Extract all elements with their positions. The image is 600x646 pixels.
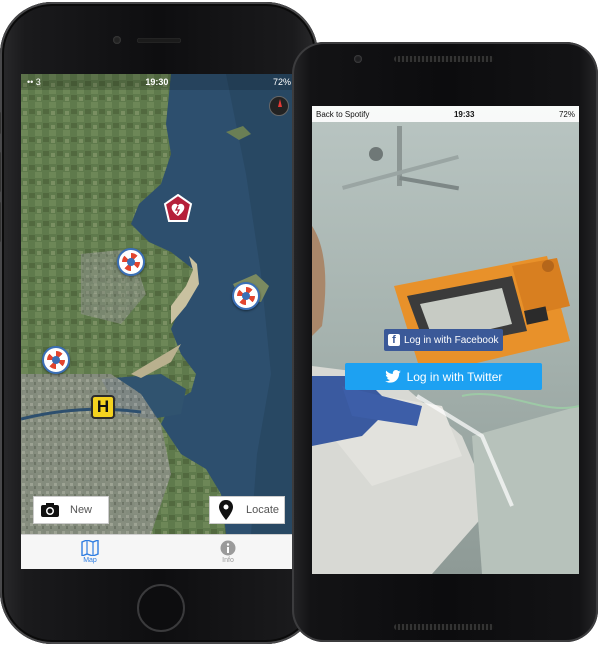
locate-button[interactable]: Locate <box>209 496 285 524</box>
tab-info[interactable]: Info <box>159 535 297 569</box>
android-device: Back to Spotify 19:33 72% f Log in with … <box>292 42 598 642</box>
facebook-icon: f <box>388 334 400 346</box>
home-button <box>137 584 185 632</box>
mute-switch <box>0 112 1 134</box>
battery-level: 72% <box>558 109 575 119</box>
twitter-login-button[interactable]: Log in with Twitter <box>345 363 542 390</box>
ios-screen: •• 3 19:30 72% H New Locate Map Info <box>21 74 297 569</box>
twitter-bird-icon <box>384 370 401 383</box>
lifebuoy-icon[interactable] <box>117 248 145 276</box>
compass-icon[interactable] <box>269 96 289 116</box>
iphone-device: •• 3 19:30 72% H New Locate Map Info <box>0 2 318 644</box>
ios-tab-bar: Map Info <box>21 534 297 569</box>
facebook-login-button[interactable]: f Log in with Facebook <box>384 329 503 351</box>
back-to-spotify-link[interactable]: Back to Spotify <box>316 110 369 119</box>
tab-map[interactable]: Map <box>21 535 159 569</box>
twitter-login-label: Log in with Twitter <box>406 369 503 384</box>
lifebuoy-icon[interactable] <box>232 282 260 310</box>
volume-down-button <box>0 202 1 242</box>
defibrillator-heart-icon[interactable] <box>163 194 193 224</box>
volume-up-button <box>0 152 1 192</box>
new-button-label: New <box>70 504 93 516</box>
earpiece-speaker <box>137 38 181 43</box>
locate-button-label: Locate <box>246 504 280 516</box>
ios-status-bar: •• 3 19:30 72% <box>21 74 297 90</box>
map-icon <box>81 540 99 556</box>
top-speaker-grille <box>394 56 494 62</box>
android-screen: Back to Spotify 19:33 72% f Log in with … <box>312 106 579 574</box>
tab-info-label: Info <box>222 557 234 564</box>
camera-icon <box>38 498 62 522</box>
status-time: 19:33 <box>453 109 475 119</box>
bottom-speaker-grille <box>394 624 494 630</box>
lifebuoy-icon[interactable] <box>42 346 70 374</box>
battery-level: 72% <box>272 77 291 87</box>
tab-map-label: Map <box>83 557 97 564</box>
android-status-bar: Back to Spotify 19:33 72% <box>312 106 579 122</box>
facebook-login-label: Log in with Facebook <box>404 334 499 346</box>
info-icon <box>220 540 236 556</box>
location-pin-icon <box>214 498 238 522</box>
carrier-signal: •• 3 <box>27 77 41 87</box>
new-report-button[interactable]: New <box>33 496 109 524</box>
helipad-icon[interactable]: H <box>91 395 115 419</box>
front-camera <box>113 36 121 44</box>
front-camera <box>354 55 362 63</box>
status-time: 19:30 <box>145 77 169 87</box>
